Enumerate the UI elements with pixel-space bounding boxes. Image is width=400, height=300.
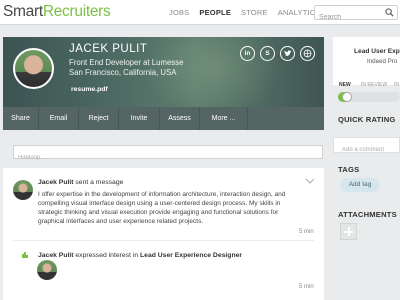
feed-job-link[interactable]: Lead User Experience Designer xyxy=(140,252,242,259)
rating-comment-input[interactable] xyxy=(334,143,399,157)
quick-rating-title: QUICK RATING xyxy=(338,115,396,124)
more-actions-button[interactable]: More ... xyxy=(200,107,248,130)
skype-icon[interactable]: S xyxy=(260,46,275,61)
feed-avatar xyxy=(13,180,33,200)
candidate-name: JACEK PULIT xyxy=(69,43,148,55)
feed-action: sent a message xyxy=(73,179,124,186)
feed-author[interactable]: Jacek Pulit xyxy=(38,179,74,186)
feed-item-header: Jacek Pulit expressed interest in Lead U… xyxy=(38,252,242,259)
feed-action: expressed interest in xyxy=(73,252,141,259)
chevron-down-icon[interactable] xyxy=(305,178,315,184)
feed-author[interactable]: Jacek Pulit xyxy=(38,252,74,259)
job-source: Indeed Pro xyxy=(367,58,398,65)
feed-message-body: I offer expertise in the development of … xyxy=(38,191,286,226)
dribbble-icon[interactable] xyxy=(300,46,315,61)
rating-comment-box xyxy=(333,137,400,157)
search-box xyxy=(314,5,398,24)
job-card[interactable]: Lead User Exp Indeed Pro xyxy=(333,37,400,85)
resume-link[interactable]: resume.pdf xyxy=(71,86,108,93)
nav-people[interactable]: PEOPLE xyxy=(199,0,231,25)
nav-store[interactable]: STORE xyxy=(241,0,268,25)
assess-button[interactable]: Assess xyxy=(160,107,200,130)
job-title: Lead User Exp xyxy=(354,48,400,55)
candidate-action-bar: Share Email Reject Invite Assess More ..… xyxy=(3,107,324,130)
hiring-stages: NEW IN REVIEW IN xyxy=(333,82,400,112)
interest-icon xyxy=(22,252,28,258)
feed-timestamp: 5 min xyxy=(299,284,314,290)
logo-text-recruiters: Recruiters xyxy=(42,3,111,20)
email-button[interactable]: Email xyxy=(39,107,79,130)
right-sidebar: Lead User Exp Indeed Pro NEW IN REVIEW I… xyxy=(333,37,400,300)
nav-jobs[interactable]: JOBS xyxy=(169,0,189,25)
tags-title: TAGS xyxy=(338,165,360,174)
hireloop-box xyxy=(13,145,323,164)
attachments-title: ATTACHMENTS xyxy=(338,210,397,219)
candidate-title: Front End Developer at Lumesse xyxy=(69,58,184,67)
twitter-icon[interactable] xyxy=(280,46,295,61)
feed-item-header: Jacek Pulit sent a message xyxy=(38,179,123,186)
top-bar: SmartRecruiters JOBS PEOPLE STORE ANALYT… xyxy=(0,0,400,25)
logo-text-smart: Smart xyxy=(3,3,43,20)
candidate-location: San Francisco, California, USA xyxy=(69,68,177,77)
share-button[interactable]: Share xyxy=(3,107,39,130)
stage-slider-handle[interactable] xyxy=(342,92,352,102)
reject-button[interactable]: Reject xyxy=(79,107,119,130)
add-tag-button[interactable]: Add tag xyxy=(340,178,380,192)
search-input[interactable] xyxy=(315,11,381,24)
feed-avatar xyxy=(37,260,57,280)
stage-in-review[interactable]: IN REVIEW xyxy=(361,82,387,88)
stage-new[interactable]: NEW xyxy=(339,82,351,88)
social-links: in S xyxy=(240,46,320,61)
stage-next[interactable]: IN xyxy=(394,82,399,88)
candidate-avatar xyxy=(13,48,54,89)
linkedin-icon[interactable]: in xyxy=(240,46,255,61)
add-attachment-button[interactable] xyxy=(340,223,357,240)
main-nav: JOBS PEOPLE STORE ANALYTICS xyxy=(169,0,331,25)
invite-button[interactable]: Invite xyxy=(119,107,160,130)
activity-feed: Jacek Pulit sent a message I offer exper… xyxy=(3,168,324,300)
hireloop-input[interactable] xyxy=(14,152,322,164)
search-icon[interactable] xyxy=(385,8,394,17)
smartrecruiters-logo[interactable]: SmartRecruiters xyxy=(3,3,111,21)
feed-timestamp: 5 min xyxy=(299,229,314,235)
feed-divider xyxy=(13,240,314,241)
